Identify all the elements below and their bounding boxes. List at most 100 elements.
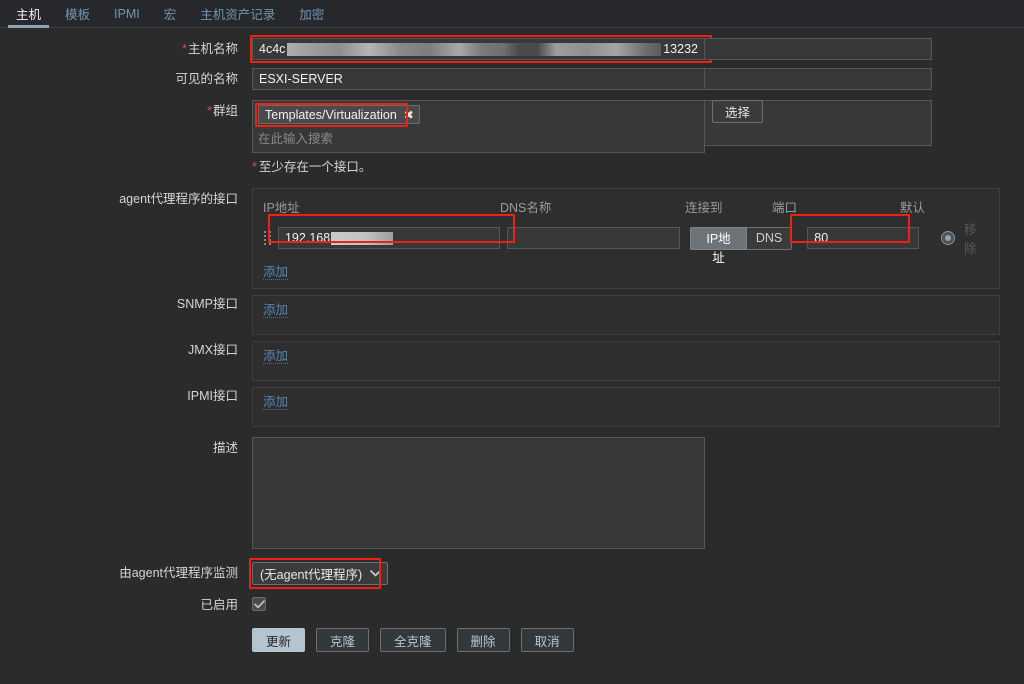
required-marker: * bbox=[182, 42, 187, 56]
groups-label: *群组 bbox=[207, 104, 238, 118]
full-clone-button[interactable]: 全克隆 bbox=[380, 628, 446, 652]
field-row-hostname: *主机名称 4c4c 13232 bbox=[0, 35, 1024, 63]
update-button[interactable]: 更新 bbox=[252, 628, 306, 652]
column-header-dns: DNS名称 bbox=[500, 201, 552, 215]
interface-ip-input[interactable]: 192.168 bbox=[277, 227, 500, 249]
select-groups-button[interactable]: 选择 bbox=[712, 100, 764, 123]
column-header-connect-to: 连接到 bbox=[685, 201, 723, 215]
visible-name-value: ESXI-SERVER bbox=[259, 72, 343, 86]
visible-name-label: 可见的名称 bbox=[175, 72, 238, 86]
drag-handle-icon[interactable] bbox=[263, 231, 273, 245]
enabled-checkbox[interactable] bbox=[252, 597, 266, 611]
add-snmp-interface-link[interactable]: 添加 bbox=[263, 303, 289, 318]
ipmi-interfaces-block: 添加 bbox=[252, 387, 1000, 427]
monitored-by-select[interactable]: (无agent代理程序) bbox=[252, 562, 389, 585]
required-marker: * bbox=[207, 104, 212, 118]
hostname-input-extension[interactable] bbox=[705, 38, 932, 60]
tab-label: 模板 bbox=[65, 8, 91, 22]
tab-macros[interactable]: 宏 bbox=[152, 0, 189, 27]
connect-to-toggle: IP地址 DNS bbox=[690, 226, 793, 265]
interface-row: 192.168 IP地址 DNS 80 移除 bbox=[263, 219, 989, 265]
groups-search-placeholder: 在此输入搜索 bbox=[258, 132, 334, 146]
group-chip[interactable]: Templates/Virtualization ✖ bbox=[258, 105, 420, 124]
tab-label: 主机 bbox=[16, 8, 42, 22]
chevron-down-icon bbox=[370, 568, 381, 580]
column-header-ip: IP地址 bbox=[263, 201, 300, 215]
description-wrap bbox=[252, 437, 1024, 552]
tab-label: 主机资产记录 bbox=[200, 8, 276, 22]
footer-row: 更新 克隆 全克隆 删除 取消 bbox=[0, 616, 1024, 652]
add-ipmi-interface-link[interactable]: 添加 bbox=[263, 395, 289, 410]
redaction-bar bbox=[331, 231, 394, 245]
description-textarea[interactable] bbox=[252, 437, 705, 549]
agent-interfaces-header: IP地址 DNS名称 连接到 端口 默认 bbox=[263, 197, 989, 216]
interface-ip-value: 192.168 bbox=[284, 231, 331, 245]
field-row-snmp-interfaces: SNMP接口 添加 bbox=[0, 295, 1024, 335]
hostname-label: *主机名称 bbox=[182, 42, 238, 56]
field-row-enabled: 已启用 bbox=[0, 594, 1024, 616]
tab-host-inventory[interactable]: 主机资产记录 bbox=[188, 0, 287, 27]
snmp-interfaces-label: SNMP接口 bbox=[176, 297, 238, 311]
snmp-interfaces-wrap: 添加 bbox=[252, 295, 1024, 335]
action-buttons: 更新 克隆 全克隆 删除 取消 bbox=[252, 628, 1024, 652]
interface-note-wrap: * 至少存在一个接口。 bbox=[252, 157, 1024, 177]
jmx-interfaces-block: 添加 bbox=[252, 341, 1000, 381]
field-row-interface-note: * 至少存在一个接口。 bbox=[0, 157, 1024, 177]
field-row-groups: *群组 Templates/Virtualization ✖ 在此输入搜索 选择 bbox=[0, 100, 1024, 153]
tab-label: 宏 bbox=[163, 8, 177, 22]
column-header-default: 默认 bbox=[900, 201, 926, 215]
connect-to-dns-button[interactable]: DNS bbox=[746, 226, 793, 250]
group-chip-label: Templates/Virtualization bbox=[265, 107, 397, 122]
hostname-input[interactable]: 4c4c 13232 bbox=[252, 38, 705, 60]
required-marker: * bbox=[252, 160, 257, 174]
column-header-port: 端口 bbox=[772, 201, 798, 215]
ipmi-interfaces-label: IPMI接口 bbox=[187, 389, 238, 403]
add-agent-interface-link[interactable]: 添加 bbox=[263, 265, 289, 280]
agent-interfaces-wrap: IP地址 DNS名称 连接到 端口 默认 192.168 IP地址 DNS 80… bbox=[252, 188, 1024, 289]
interface-port-input[interactable]: 80 bbox=[807, 227, 920, 249]
remove-interface-link[interactable]: 移除 bbox=[964, 219, 989, 257]
hostname-field-wrap: 4c4c 13232 bbox=[250, 35, 1024, 63]
hostname-value-suffix: 13232 bbox=[663, 42, 698, 56]
tab-label: IPMI bbox=[114, 6, 140, 21]
groups-multiselect[interactable]: Templates/Virtualization ✖ 在此输入搜索 bbox=[252, 100, 705, 153]
visible-name-input-extension[interactable] bbox=[705, 68, 932, 90]
default-interface-radio[interactable] bbox=[941, 231, 956, 245]
field-row-agent-interfaces: agent代理程序的接口 IP地址 DNS名称 连接到 端口 默认 192.16… bbox=[0, 188, 1024, 289]
field-row-monitored-by: 由agent代理程序监测 (无agent代理程序) bbox=[0, 558, 1024, 589]
field-row-visible-name: 可见的名称 ESXI-SERVER bbox=[0, 68, 1024, 90]
tab-host[interactable]: 主机 bbox=[4, 0, 53, 28]
tab-bar: 主机 模板 IPMI 宏 主机资产记录 加密 bbox=[0, 0, 1024, 28]
tab-encryption[interactable]: 加密 bbox=[287, 0, 336, 27]
interface-dns-input[interactable] bbox=[506, 227, 681, 249]
visible-name-input[interactable]: ESXI-SERVER bbox=[252, 68, 705, 90]
jmx-interfaces-wrap: 添加 bbox=[252, 341, 1024, 381]
enabled-label: 已启用 bbox=[200, 598, 238, 612]
field-row-ipmi-interfaces: IPMI接口 添加 bbox=[0, 387, 1024, 427]
monitored-by-value: (无agent代理程序) bbox=[260, 568, 363, 582]
interface-note: * 至少存在一个接口。 bbox=[252, 160, 372, 174]
redaction-bar bbox=[287, 42, 662, 56]
enabled-wrap bbox=[252, 594, 1024, 612]
clone-button[interactable]: 克隆 bbox=[316, 628, 370, 652]
tab-label: 加密 bbox=[299, 8, 325, 22]
add-jmx-interface-link[interactable]: 添加 bbox=[263, 349, 289, 364]
host-configuration-form: *主机名称 4c4c 13232 可见的名称 ESXI-SERVER *群组 T… bbox=[0, 28, 1024, 652]
connect-to-ip-button[interactable]: IP地址 bbox=[690, 226, 747, 265]
tab-templates[interactable]: 模板 bbox=[53, 0, 102, 27]
jmx-interfaces-label: JMX接口 bbox=[187, 343, 238, 357]
close-icon[interactable]: ✖ bbox=[404, 108, 414, 122]
delete-button[interactable]: 删除 bbox=[456, 628, 510, 652]
snmp-interfaces-block: 添加 bbox=[252, 295, 1000, 335]
agent-interfaces-label: agent代理程序的接口 bbox=[119, 192, 238, 206]
description-label: 描述 bbox=[212, 441, 238, 455]
tab-ipmi[interactable]: IPMI bbox=[102, 0, 152, 27]
field-row-jmx-interfaces: JMX接口 添加 bbox=[0, 341, 1024, 381]
monitored-by-wrap: (无agent代理程序) bbox=[249, 558, 1024, 589]
cancel-button[interactable]: 取消 bbox=[520, 628, 574, 652]
monitored-by-label: 由agent代理程序监测 bbox=[119, 566, 238, 580]
hostname-value-prefix: 4c4c bbox=[259, 42, 286, 56]
interface-port-value: 80 bbox=[814, 231, 829, 245]
groups-field-wrap: Templates/Virtualization ✖ 在此输入搜索 选择 bbox=[252, 100, 1024, 153]
visible-name-field-wrap: ESXI-SERVER bbox=[252, 68, 1024, 90]
